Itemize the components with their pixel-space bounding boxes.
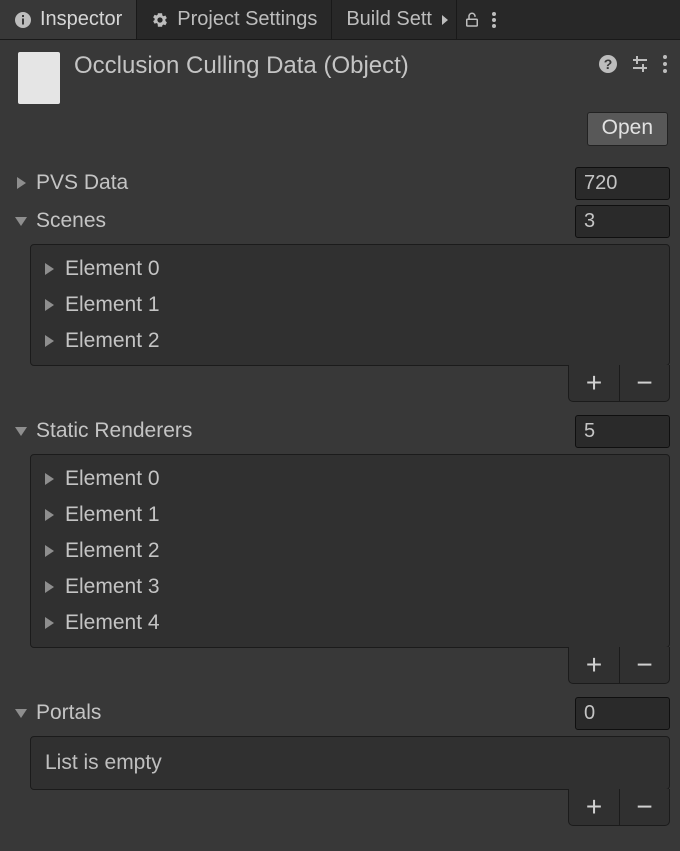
add-button[interactable]: +: [569, 789, 619, 825]
tab-label: Project Settings: [177, 8, 317, 31]
kebab-menu-icon[interactable]: [491, 11, 497, 29]
list-item[interactable]: Element 1: [31, 287, 669, 323]
chevron-down-icon[interactable]: [12, 427, 30, 436]
field-scenes: Scenes: [6, 202, 670, 240]
field-label: Scenes: [36, 209, 575, 233]
field-label: Portals: [36, 701, 575, 725]
static-renderers-list-footer: + −: [568, 647, 670, 684]
add-button[interactable]: +: [569, 647, 619, 683]
list-item-label: Element 4: [65, 611, 160, 635]
inspector-body: PVS Data Scenes Element 0 Element 1 Elem…: [0, 160, 680, 846]
list-item[interactable]: Element 4: [31, 605, 669, 641]
list-item-label: Element 1: [65, 503, 160, 527]
chevron-right-icon[interactable]: [41, 473, 57, 485]
object-title: Occlusion Culling Data (Object): [74, 50, 584, 104]
tab-build-settings[interactable]: Build Sett: [332, 0, 434, 39]
gear-icon: [151, 11, 169, 29]
chevron-right-icon[interactable]: [41, 545, 57, 557]
chevron-right-icon[interactable]: [41, 509, 57, 521]
scenes-list-footer: + −: [568, 365, 670, 402]
tab-bar: Inspector Project Settings Build Sett: [0, 0, 680, 40]
list-item[interactable]: Element 2: [31, 533, 669, 569]
portals-list-footer: + −: [568, 789, 670, 826]
empty-list-text: List is empty: [31, 743, 669, 783]
tab-label: Inspector: [40, 8, 122, 31]
list-item[interactable]: Element 0: [31, 461, 669, 497]
chevron-right-icon[interactable]: [41, 581, 57, 593]
field-label: PVS Data: [36, 171, 575, 195]
list-item-label: Element 2: [65, 539, 160, 563]
list-item-label: Element 1: [65, 293, 160, 317]
chevron-right-icon[interactable]: [41, 335, 57, 347]
chevron-right-icon[interactable]: [41, 617, 57, 629]
list-item-label: Element 0: [65, 467, 160, 491]
remove-button[interactable]: −: [619, 789, 669, 825]
help-icon[interactable]: ?: [598, 54, 618, 74]
chevron-down-icon[interactable]: [12, 217, 30, 226]
portals-list: List is empty: [30, 736, 670, 790]
tab-label: Build Sett: [346, 8, 432, 31]
open-button[interactable]: Open: [587, 112, 668, 146]
field-pvs-data: PVS Data: [6, 164, 670, 202]
lock-icon[interactable]: [463, 11, 481, 29]
file-icon: [18, 52, 60, 104]
field-label: Static Renderers: [36, 419, 575, 443]
svg-text:?: ?: [604, 56, 613, 72]
remove-button[interactable]: −: [619, 365, 669, 401]
portals-count-input[interactable]: [575, 697, 670, 730]
list-item[interactable]: Element 3: [31, 569, 669, 605]
chevron-right-icon[interactable]: [41, 263, 57, 275]
chevron-right-icon[interactable]: [41, 299, 57, 311]
field-static-renderers: Static Renderers: [6, 412, 670, 450]
tab-inspector[interactable]: Inspector: [0, 0, 137, 39]
kebab-menu-icon[interactable]: [662, 54, 668, 74]
list-item-label: Element 2: [65, 329, 160, 353]
field-portals: Portals: [6, 694, 670, 732]
list-item[interactable]: Element 2: [31, 323, 669, 359]
list-item[interactable]: Element 0: [31, 251, 669, 287]
pvs-data-input[interactable]: [575, 167, 670, 200]
info-icon: [14, 11, 32, 29]
list-item-label: Element 3: [65, 575, 160, 599]
list-item[interactable]: Element 1: [31, 497, 669, 533]
static-renderers-list: Element 0 Element 1 Element 2 Element 3 …: [30, 454, 670, 648]
tab-overflow-button[interactable]: [434, 0, 456, 39]
chevron-down-icon[interactable]: [12, 709, 30, 718]
list-item-label: Element 0: [65, 257, 160, 281]
chevron-right-icon[interactable]: [12, 177, 30, 189]
scenes-list: Element 0 Element 1 Element 2: [30, 244, 670, 366]
object-header: Occlusion Culling Data (Object) ?: [0, 40, 680, 112]
static-renderers-count-input[interactable]: [575, 415, 670, 448]
remove-button[interactable]: −: [619, 647, 669, 683]
preset-icon[interactable]: [630, 54, 650, 74]
add-button[interactable]: +: [569, 365, 619, 401]
tab-project-settings[interactable]: Project Settings: [137, 0, 332, 39]
scenes-count-input[interactable]: [575, 205, 670, 238]
